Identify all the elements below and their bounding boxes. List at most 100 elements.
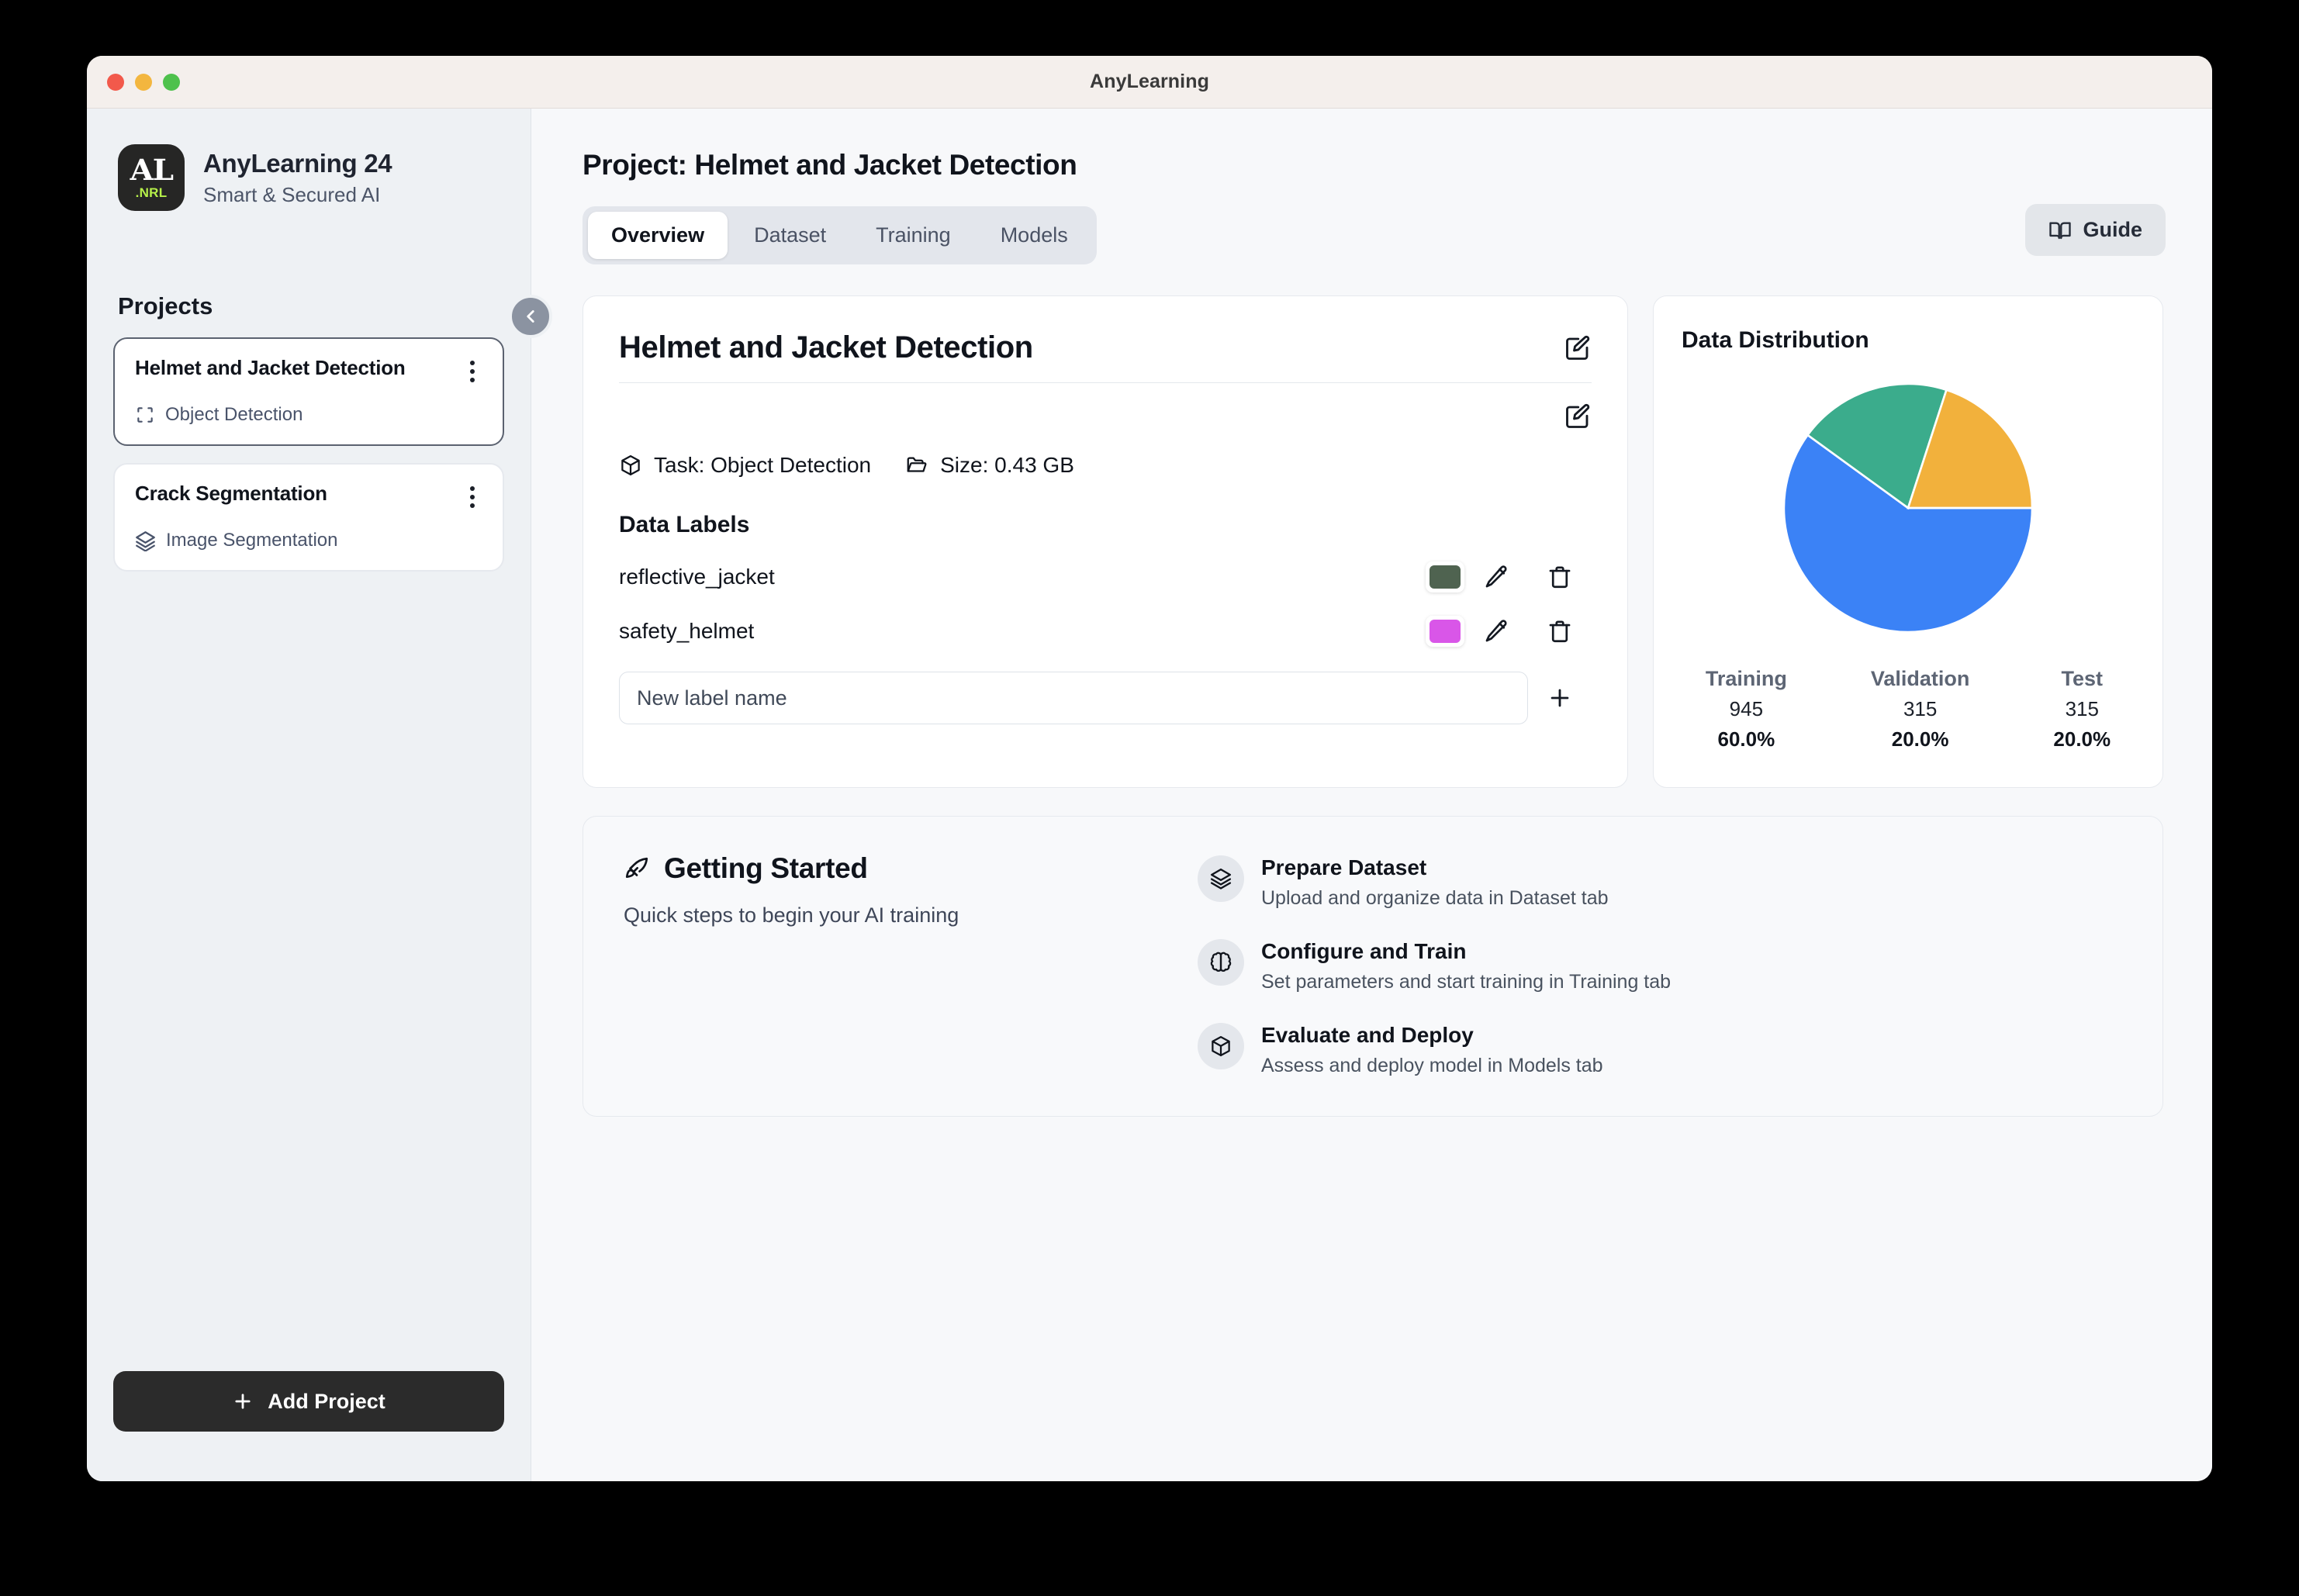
tab-training[interactable]: Training — [852, 212, 974, 259]
guide-label: Guide — [2083, 218, 2142, 241]
legend-count: 315 — [1903, 697, 1938, 720]
tab-bar: Overview Dataset Training Models — [583, 206, 1097, 264]
step-subtitle: Assess and deploy model in Models tab — [1261, 1055, 1603, 1076]
legend-percent: 20.0% — [1891, 727, 1949, 751]
projects-heading: Projects — [118, 292, 213, 320]
rocket-icon — [625, 857, 648, 878]
label-row: safety_helmet — [619, 616, 1592, 647]
crop-icon — [137, 407, 153, 423]
legend-item-test: Test 315 20.0% — [2053, 667, 2111, 751]
layers-glyph — [1210, 868, 1232, 890]
swatch-fill — [1430, 620, 1461, 643]
sidebar-item-helmet-and-jacket-detection[interactable]: Helmet and Jacket Detection Object Detec… — [113, 337, 504, 446]
step-evaluate-and-deploy: Evaluate and Deploy Assess and deploy mo… — [1198, 1023, 2122, 1077]
chart-legend: Training 945 60.0% Validation 315 20.0% … — [1682, 667, 2135, 761]
data-distribution-card: Data Distribution Training 945 60.0% Val… — [1653, 295, 2163, 788]
legend-percent: 20.0% — [2053, 727, 2111, 751]
chart-title: Data Distribution — [1682, 327, 1869, 353]
box-icon — [1198, 1023, 1244, 1069]
edit-label-button[interactable] — [1464, 618, 1528, 644]
project-details-card: Helmet and Jacket Detection Task: Object… — [583, 295, 1628, 788]
delete-label-button[interactable] — [1528, 618, 1592, 644]
project-menu-button[interactable] — [462, 482, 482, 513]
main-content: Project: Helmet and Jacket Detection Gui… — [531, 109, 2212, 1481]
size-label: Size: 0.43 GB — [940, 453, 1074, 477]
label-name: safety_helmet — [619, 619, 755, 643]
sidebar-collapse-button[interactable] — [509, 295, 552, 338]
label-color-swatch[interactable] — [1426, 616, 1464, 647]
brand-name: AnyLearning 24 — [203, 148, 392, 178]
getting-started-subtitle: Quick steps to begin your AI training — [624, 903, 959, 927]
folder-open-icon — [907, 457, 927, 472]
label-color-swatch[interactable] — [1426, 561, 1464, 592]
box-glyph — [1212, 1036, 1230, 1056]
layers-icon — [1198, 855, 1244, 902]
edit-label-button[interactable] — [1464, 564, 1528, 590]
guide-button[interactable]: Guide — [2025, 204, 2166, 256]
plus-icon — [235, 1394, 251, 1409]
legend-count: 315 — [2065, 697, 2099, 720]
project-menu-button[interactable] — [462, 356, 482, 387]
pie-chart-svg — [1782, 382, 2034, 634]
page-title: Project: Helmet and Jacket Detection — [583, 149, 1077, 181]
tab-overview[interactable]: Overview — [588, 212, 728, 259]
tab-dataset[interactable]: Dataset — [731, 212, 849, 259]
step-prepare-dataset: Prepare Dataset Upload and organize data… — [1198, 855, 2122, 910]
project-meta: Task: Object Detection Size: 0.43 GB — [619, 453, 1592, 478]
step-title: Evaluate and Deploy — [1261, 1023, 1474, 1047]
app-logo-icon: AL .NRL — [118, 144, 185, 211]
step-configure-and-train: Configure and Train Set parameters and s… — [1198, 939, 2122, 993]
task-label: Task: Object Detection — [654, 453, 872, 477]
logo-text: AL — [130, 153, 173, 187]
legend-label: Training — [1705, 667, 1787, 690]
edit-description-button[interactable] — [1564, 402, 1592, 430]
step-title: Configure and Train — [1261, 939, 1467, 963]
add-project-button[interactable]: Add Project — [113, 1371, 504, 1432]
swatch-fill — [1430, 565, 1461, 589]
square-pen-icon — [1566, 403, 1590, 428]
trash-icon — [1549, 566, 1571, 589]
window-titlebar: AnyLearning — [87, 56, 2212, 109]
sidebar: AL .NRL AnyLearning 24 Smart & Secured A… — [87, 109, 552, 1481]
legend-item-training: Training 945 60.0% — [1706, 667, 1787, 751]
project-type-label: Object Detection — [165, 404, 303, 425]
legend-item-validation: Validation 315 20.0% — [1871, 667, 1970, 751]
step-title: Prepare Dataset — [1261, 855, 1427, 879]
layers-icon — [136, 530, 155, 551]
size-meta: Size: 0.43 GB — [905, 453, 1074, 478]
task-meta: Task: Object Detection — [619, 453, 871, 478]
step-subtitle: Set parameters and start training in Tra… — [1261, 971, 1672, 993]
pencil-icon — [1485, 620, 1507, 642]
new-label-input[interactable] — [619, 672, 1528, 724]
window-title: AnyLearning — [1090, 71, 1209, 92]
legend-label: Test — [2061, 667, 2104, 690]
legend-label: Validation — [1870, 667, 1970, 690]
project-card-title: Helmet and Jacket Detection — [619, 330, 1033, 364]
brand-tagline: Smart & Secured AI — [203, 182, 381, 206]
trash-icon — [1549, 620, 1571, 643]
project-name: Crack Segmentation — [135, 482, 327, 505]
brain-icon — [1198, 939, 1244, 986]
edit-title-button[interactable] — [1564, 334, 1592, 362]
data-labels-heading: Data Labels — [619, 512, 750, 537]
tab-models[interactable]: Models — [977, 212, 1091, 259]
legend-percent: 60.0% — [1717, 727, 1775, 751]
project-description-row — [619, 383, 1592, 450]
plus-icon — [1551, 689, 1569, 707]
legend-count: 945 — [1729, 697, 1764, 720]
sidebar-item-crack-segmentation[interactable]: Crack Segmentation Image Segmentation — [113, 463, 504, 572]
chevron-left-icon — [527, 310, 534, 323]
brand: AL .NRL AnyLearning 24 Smart & Secured A… — [113, 109, 504, 211]
getting-started-title: Getting Started — [664, 852, 868, 884]
label-name: reflective_jacket — [619, 565, 775, 589]
app-window: AnyLearning AL .NRL AnyLearning 24 Smart… — [87, 56, 2212, 1481]
book-icon — [2049, 221, 2072, 239]
pie-chart — [1682, 380, 2135, 636]
delete-label-button[interactable] — [1528, 564, 1592, 590]
brain-glyph — [1210, 952, 1232, 972]
window-body: AL .NRL AnyLearning 24 Smart & Secured A… — [87, 109, 2212, 1481]
step-subtitle: Upload and organize data in Dataset tab — [1261, 887, 1609, 909]
add-label-button[interactable] — [1528, 685, 1592, 711]
box-icon — [621, 455, 640, 475]
getting-started-card: Getting Started Quick steps to begin you… — [583, 816, 2163, 1117]
